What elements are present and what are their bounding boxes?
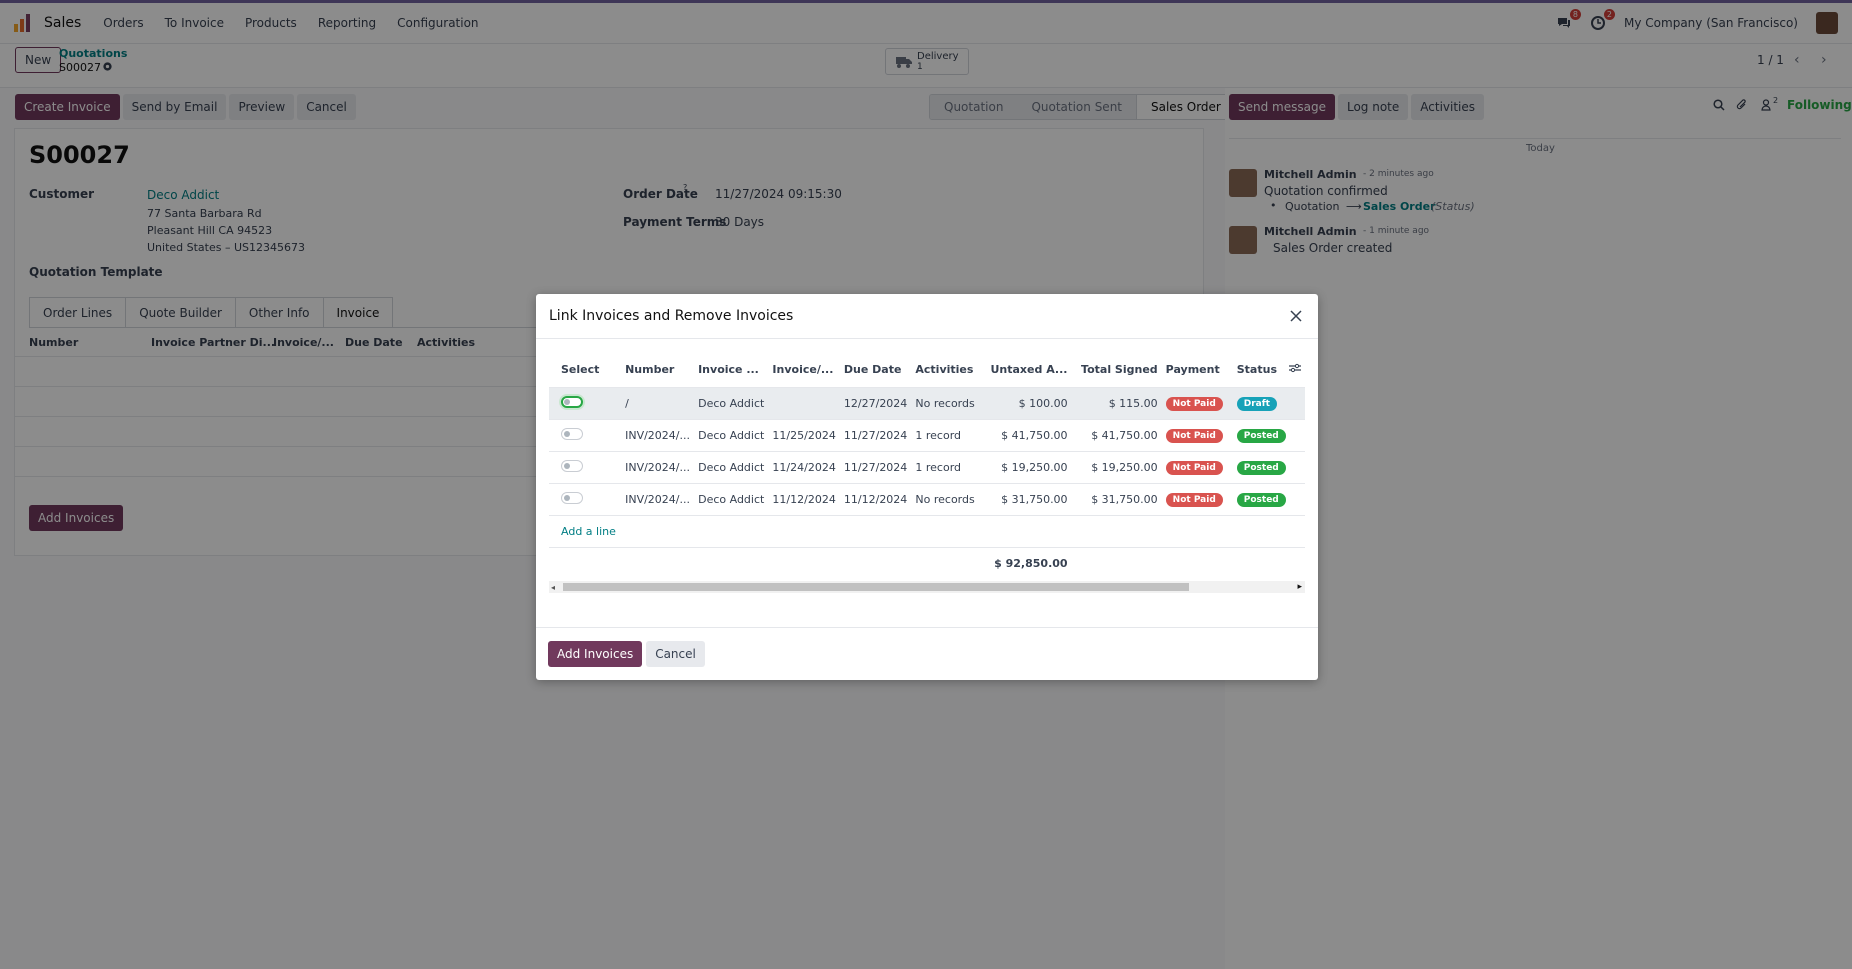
col-select[interactable]: Select: [549, 353, 622, 388]
payment-status-badge: Not Paid: [1165, 428, 1223, 443]
modal-title: Link Invoices and Remove Invoices: [549, 308, 794, 324]
status-badge: Posted: [1236, 460, 1286, 475]
cell-partner: Deco Addict: [694, 387, 769, 420]
cell-number: INV/2024/...: [621, 419, 695, 452]
column-settings-icon[interactable]: [1288, 363, 1301, 376]
select-toggle[interactable]: [561, 459, 583, 472]
cell-due-date: 12/27/2024: [839, 387, 912, 420]
cell-number: INV/2024/...: [621, 451, 695, 484]
col-invoice-date[interactable]: Invoice/...: [768, 353, 840, 388]
cell-invoice-date: [768, 387, 840, 420]
cell-number: /: [621, 387, 695, 420]
cell-invoice-date: 11/25/2024: [768, 419, 840, 452]
untaxed-total: $ 92,850.00: [986, 546, 1072, 579]
table-row[interactable]: INV/2024/... Deco Addict 11/25/2024 11/2…: [549, 419, 1305, 452]
cell-partner: Deco Addict: [694, 419, 769, 452]
select-toggle[interactable]: [561, 427, 583, 440]
table-row[interactable]: INV/2024/... Deco Addict 11/12/2024 11/1…: [549, 483, 1305, 516]
modal-header: Link Invoices and Remove Invoices: [536, 294, 1318, 339]
col-due-date[interactable]: Due Date: [839, 353, 912, 388]
status-badge: Posted: [1236, 492, 1286, 507]
cell-activities[interactable]: No records: [911, 387, 987, 420]
col-total-signed[interactable]: Total Signed: [1071, 353, 1162, 388]
cell-untaxed: $ 19,250.00: [986, 451, 1072, 484]
totals-row: $ 92,850.00: [549, 546, 1305, 579]
cell-untaxed: $ 31,750.00: [986, 483, 1072, 516]
table-row[interactable]: INV/2024/... Deco Addict 11/24/2024 11/2…: [549, 451, 1305, 484]
select-toggle[interactable]: [561, 395, 583, 408]
cell-due-date: 11/27/2024: [839, 451, 912, 484]
table-header-row: Select Number Invoice ... Invoice/... Du…: [549, 353, 1305, 388]
col-invoice-partner[interactable]: Invoice ...: [694, 353, 769, 388]
cell-untaxed: $ 100.00: [986, 387, 1072, 420]
cell-activities[interactable]: 1 record: [911, 451, 987, 484]
scrollbar-thumb[interactable]: [563, 583, 1189, 591]
status-badge: Posted: [1236, 428, 1286, 443]
scroll-left-icon[interactable]: ◂: [551, 583, 555, 592]
add-invoices-button[interactable]: Add Invoices: [548, 641, 643, 667]
cell-invoice-date: 11/12/2024: [768, 483, 840, 516]
cell-total: $ 115.00: [1071, 387, 1162, 420]
col-payment[interactable]: Payment: [1161, 353, 1233, 388]
cell-total: $ 31,750.00: [1071, 483, 1162, 516]
link-invoices-dialog: Link Invoices and Remove Invoices Select…: [536, 294, 1318, 680]
cell-total: $ 19,250.00: [1071, 451, 1162, 484]
col-status-label: Status: [1236, 363, 1277, 377]
scroll-right-icon[interactable]: ▸: [1297, 582, 1302, 592]
payment-status-badge: Not Paid: [1165, 396, 1223, 411]
payment-status-badge: Not Paid: [1165, 492, 1223, 507]
cell-invoice-date: 11/24/2024: [768, 451, 840, 484]
modal-footer: Add Invoices Cancel: [536, 627, 1318, 680]
cell-activities[interactable]: 1 record: [911, 419, 987, 452]
cell-due-date: 11/12/2024: [839, 483, 912, 516]
col-activities[interactable]: Activities: [911, 353, 987, 388]
close-icon[interactable]: [1286, 306, 1306, 326]
cell-untaxed: $ 41,750.00: [986, 419, 1072, 452]
col-status[interactable]: Status: [1232, 353, 1305, 388]
horizontal-scrollbar[interactable]: ◂ ▸: [549, 581, 1305, 593]
cell-total: $ 41,750.00: [1071, 419, 1162, 452]
cell-partner: Deco Addict: [694, 483, 769, 516]
cancel-button[interactable]: Cancel: [646, 641, 705, 667]
cell-number: INV/2024/...: [621, 483, 695, 516]
status-badge: Draft: [1236, 396, 1277, 411]
cell-due-date: 11/27/2024: [839, 419, 912, 452]
cell-activities[interactable]: No records: [911, 483, 987, 516]
col-number[interactable]: Number: [621, 353, 695, 388]
table-row[interactable]: / Deco Addict 12/27/2024 No records $ 10…: [549, 387, 1305, 420]
col-untaxed-amount[interactable]: Untaxed A...: [986, 353, 1072, 388]
payment-status-badge: Not Paid: [1165, 460, 1223, 475]
add-line-row: Add a line: [549, 515, 1305, 548]
cell-partner: Deco Addict: [694, 451, 769, 484]
invoice-selection-table: Select Number Invoice ... Invoice/... Du…: [549, 353, 1305, 579]
select-toggle[interactable]: [561, 491, 583, 504]
add-a-line-link[interactable]: Add a line: [561, 525, 616, 538]
